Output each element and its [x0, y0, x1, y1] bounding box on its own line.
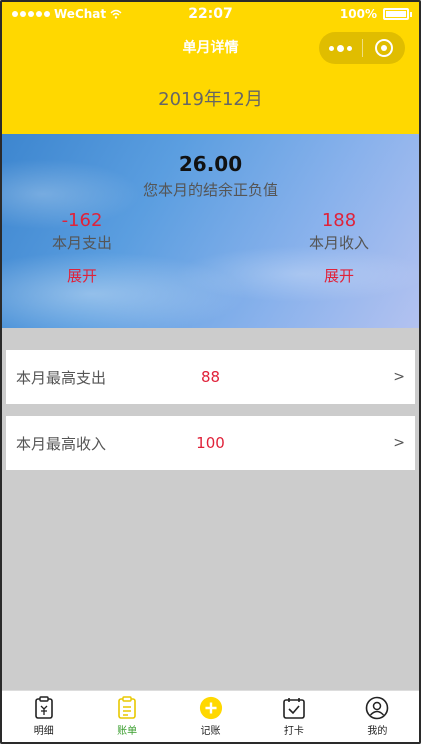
tab-bills[interactable]: 账单: [85, 691, 168, 742]
close-mini-program-button[interactable]: [363, 32, 405, 64]
tab-label: 记账: [200, 726, 221, 737]
income-column: 188 本月收入 展开: [279, 210, 399, 286]
receipt-icon: [32, 696, 56, 720]
expense-column: -162 本月支出 展开: [22, 210, 142, 286]
tab-mine[interactable]: 我的: [336, 691, 419, 742]
battery-status: 100%: [339, 7, 412, 21]
clipboard-icon: [115, 696, 139, 720]
tab-bookkeeping[interactable]: 记账: [169, 691, 252, 742]
expand-income-button[interactable]: 展开: [279, 265, 399, 286]
tab-checkin[interactable]: 打卡: [252, 691, 335, 742]
calendar-check-icon: [282, 696, 306, 720]
more-dots-icon: [329, 45, 334, 51]
summary-banner: 26.00 您本月的结余正负值 -162 本月支出 展开 188 本月收入 展开: [2, 134, 419, 328]
max-income-value: 100: [196, 434, 225, 452]
tab-bar: 明细 账单 记账 打卡 我的: [2, 690, 419, 742]
target-icon: [375, 39, 393, 57]
tab-label: 我的: [367, 726, 388, 737]
more-button[interactable]: [319, 32, 362, 64]
plus-circle-icon: [199, 696, 223, 720]
balance-label: 您本月的结余正负值: [142, 181, 278, 199]
tab-label: 打卡: [283, 726, 304, 737]
chevron-right-icon: >: [393, 435, 405, 451]
mini-program-capsule: [319, 32, 405, 64]
income-label: 本月收入: [308, 234, 369, 252]
max-expense-row[interactable]: 本月最高支出 88 >: [6, 350, 415, 404]
month-title[interactable]: 2019年12月: [2, 85, 419, 111]
tab-label: 账单: [117, 726, 138, 737]
month-header: 2019年12月: [2, 68, 419, 134]
balance-value: 26.00: [178, 152, 243, 176]
tab-label: 明细: [33, 726, 54, 737]
max-income-row[interactable]: 本月最高收入 100 >: [6, 416, 415, 470]
expand-expense-button[interactable]: 展开: [22, 265, 142, 286]
phone-frame: WeChat 22:07 100% 单月详情 2019年12月 26.00 您本…: [0, 0, 421, 744]
expense-label: 本月支出: [51, 234, 112, 252]
income-value: 188: [321, 210, 357, 231]
expense-value: -162: [61, 210, 103, 231]
chevron-right-icon: >: [393, 369, 405, 385]
tab-details[interactable]: 明细: [2, 691, 85, 742]
user-icon: [365, 696, 389, 720]
status-bar: WeChat 22:07 100%: [2, 2, 419, 28]
nav-bar: 单月详情: [2, 28, 419, 68]
battery-percent: 100%: [339, 7, 377, 21]
max-expense-value: 88: [200, 368, 221, 386]
battery-icon: [383, 8, 412, 20]
